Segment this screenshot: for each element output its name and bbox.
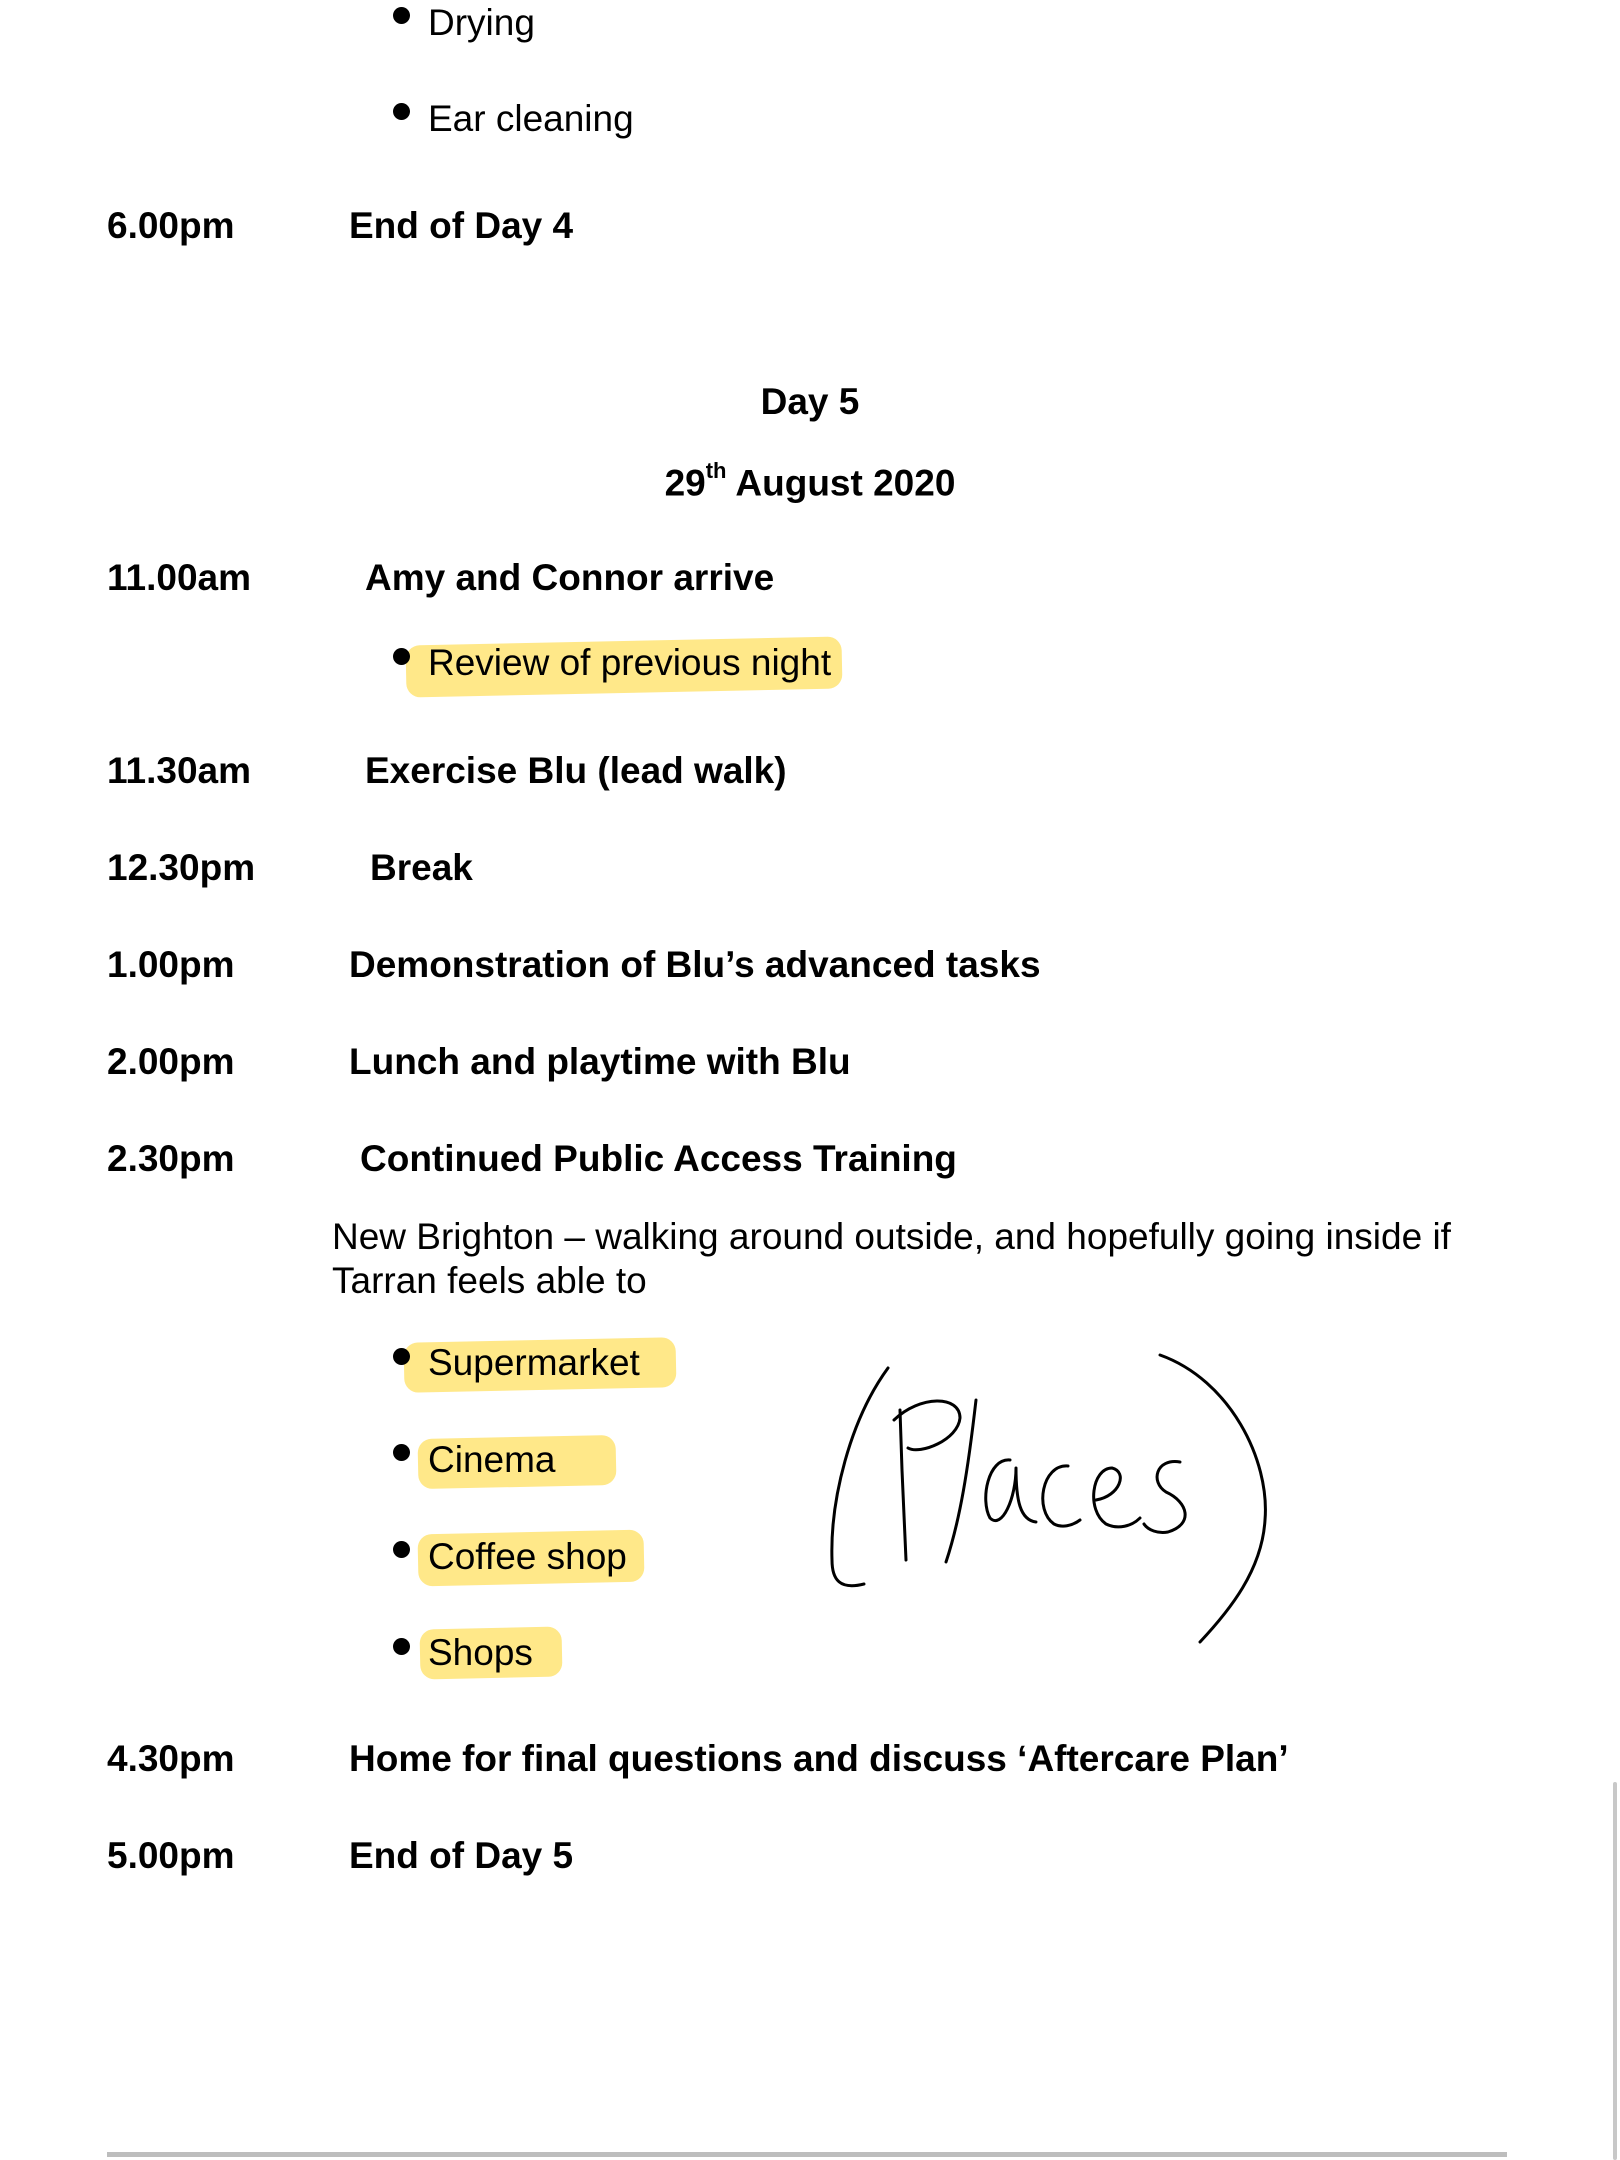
bullet-item: Supermarket xyxy=(428,1342,640,1383)
bullet-item: Cinema xyxy=(428,1439,556,1480)
bullet-dot xyxy=(393,1348,410,1365)
schedule-time: 6.00pm xyxy=(107,205,235,246)
bullet-dot xyxy=(393,648,410,665)
bullet-item: Drying xyxy=(428,2,535,43)
bullet-dot xyxy=(393,1638,410,1655)
schedule-title: End of Day 5 xyxy=(349,1835,574,1876)
bullet-dot xyxy=(393,1541,410,1558)
date-suffix: th xyxy=(705,458,727,483)
bullet-dot xyxy=(393,103,410,120)
page-divider xyxy=(107,2152,1507,2157)
vertical-scrollbar[interactable] xyxy=(1612,0,1620,2160)
bullet-item: Review of previous night xyxy=(428,642,832,683)
date-day: 29 xyxy=(664,462,706,504)
schedule-time: 4.30pm xyxy=(107,1738,235,1779)
date-heading: 29th August 2020 xyxy=(0,458,1620,504)
schedule-time: 11.00am xyxy=(107,557,252,598)
day-heading: Day 5 xyxy=(760,381,860,422)
date-month-year: August 2020 xyxy=(726,462,956,504)
scrollbar-thumb[interactable] xyxy=(1613,1782,1617,2160)
schedule-note: New Brighton – walking around outside, a… xyxy=(332,1216,1451,1301)
schedule-time: 11.30am xyxy=(107,750,252,791)
bullet-dot xyxy=(393,1444,410,1461)
schedule-title: Exercise Blu (lead walk) xyxy=(365,750,787,791)
handwritten-places-annotation xyxy=(830,1353,1267,1644)
schedule-time: 2.30pm xyxy=(107,1138,235,1179)
schedule-title: Lunch and playtime with Blu xyxy=(349,1041,851,1082)
bullet-item: Shops xyxy=(428,1632,533,1673)
bullet-item: Ear cleaning xyxy=(428,98,634,139)
bullet-dot xyxy=(393,7,410,24)
schedule-title: Demonstration of Blu’s advanced tasks xyxy=(349,944,1041,985)
schedule-title: Home for final questions and discuss ‘Af… xyxy=(349,1738,1289,1779)
schedule-title: Break xyxy=(370,847,473,888)
schedule-time: 1.00pm xyxy=(107,944,235,985)
bullet-item: Coffee shop xyxy=(428,1536,627,1577)
schedule-title: End of Day 4 xyxy=(349,205,574,246)
schedule-time: 5.00pm xyxy=(107,1835,235,1876)
schedule-title: Amy and Connor arrive xyxy=(365,557,775,598)
schedule-title: Continued Public Access Training xyxy=(360,1138,957,1179)
schedule-time: 12.30pm xyxy=(107,847,256,888)
schedule-time: 2.00pm xyxy=(107,1041,235,1082)
